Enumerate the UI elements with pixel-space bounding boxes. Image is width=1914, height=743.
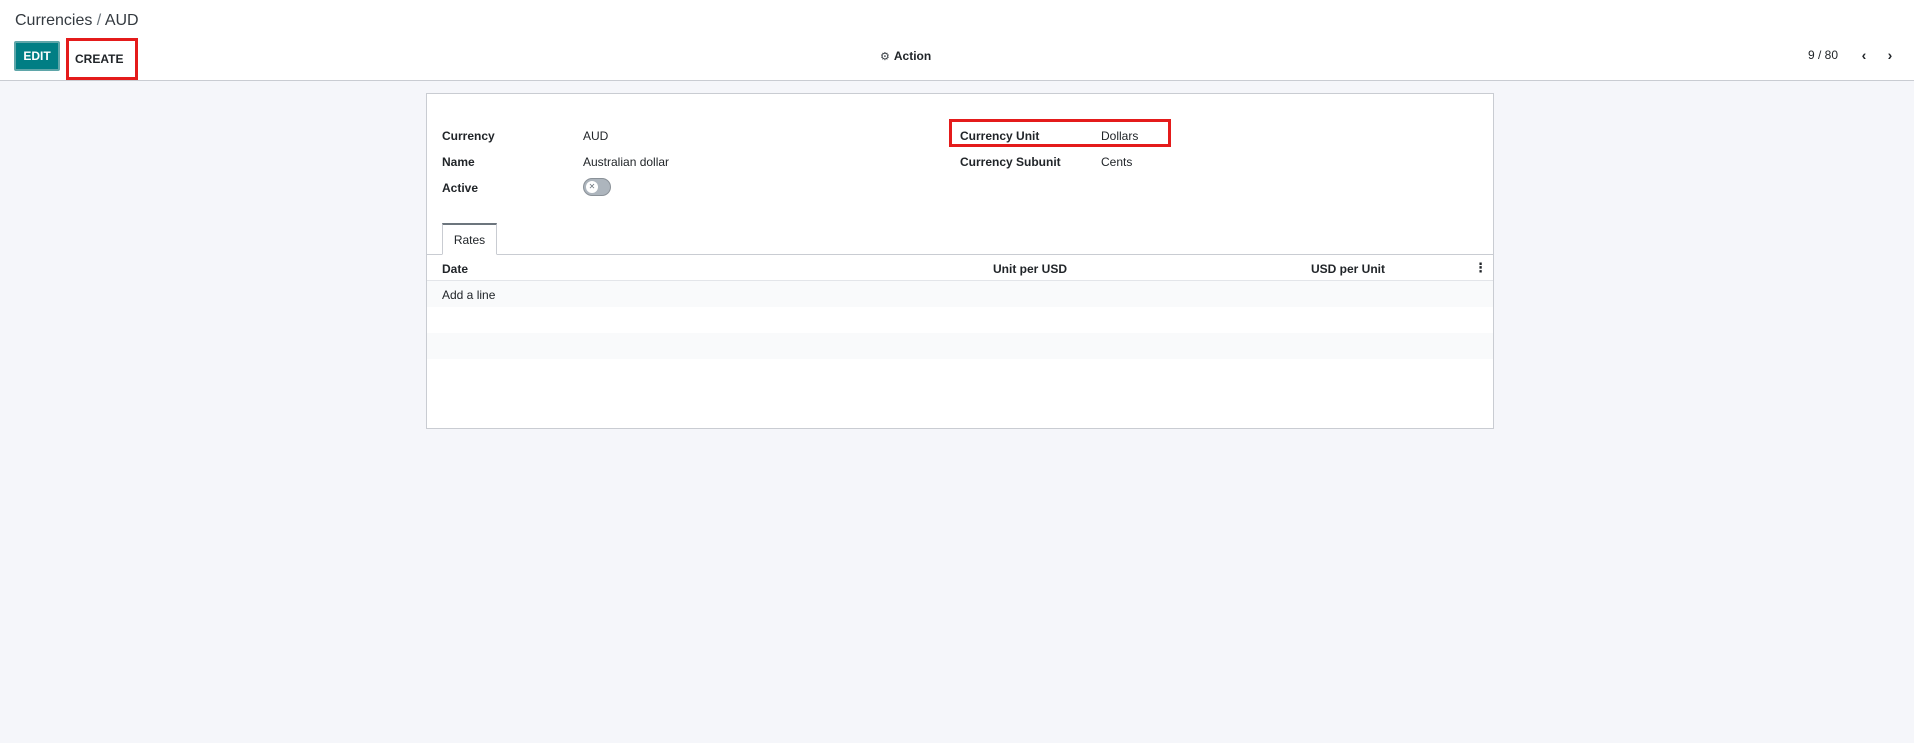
currency-unit-value: Dollars (1101, 129, 1139, 143)
breadcrumb: Currencies / AUD (15, 12, 139, 30)
form-sheet: Currency AUD Name Australian dollar Acti… (426, 93, 1494, 429)
chevron-left-icon[interactable]: ‹ (1856, 44, 1872, 66)
edit-button[interactable]: EDIT (14, 41, 60, 71)
column-unit-per-usd[interactable]: Unit per USD (993, 262, 1067, 276)
breadcrumb-parent[interactable]: Currencies (15, 12, 92, 29)
rates-table-header: Date Unit per USD USD per Unit ⋮ (427, 255, 1493, 281)
column-usd-per-unit[interactable]: USD per Unit (1311, 262, 1385, 276)
currency-unit-label: Currency Unit (960, 129, 1040, 143)
create-button[interactable]: CREATE (66, 38, 138, 80)
tab-rates[interactable]: Rates (442, 223, 497, 255)
chevron-right-icon[interactable]: › (1882, 44, 1898, 66)
column-date[interactable]: Date (442, 262, 468, 276)
currency-subunit-label: Currency Subunit (960, 155, 1061, 169)
table-row (427, 333, 1493, 359)
currency-label: Currency (442, 129, 495, 143)
pager-value[interactable]: 9 / 80 (1808, 48, 1838, 62)
action-label: Action (893, 49, 932, 63)
control-panel: Currencies / AUD EDIT CREATE ⚙ Action 9 … (0, 0, 1914, 81)
active-label: Active (442, 181, 479, 195)
add-line-link[interactable]: Add a line (442, 288, 495, 302)
gear-icon: ⚙ (880, 50, 890, 63)
action-dropdown[interactable]: ⚙ Action (880, 49, 931, 63)
currency-value: AUD (583, 129, 609, 143)
breadcrumb-current: AUD (104, 12, 139, 29)
active-toggle[interactable]: ✕ (583, 178, 611, 196)
column-options-icon[interactable]: ⋮ (1474, 260, 1487, 276)
name-value: Australian dollar (583, 155, 670, 169)
breadcrumb-separator: / (92, 12, 105, 29)
currency-subunit-value: Cents (1101, 155, 1133, 169)
table-row-add: Add a line (427, 281, 1493, 307)
close-icon: ✕ (586, 181, 598, 193)
table-row (427, 307, 1493, 333)
name-label: Name (442, 155, 475, 169)
